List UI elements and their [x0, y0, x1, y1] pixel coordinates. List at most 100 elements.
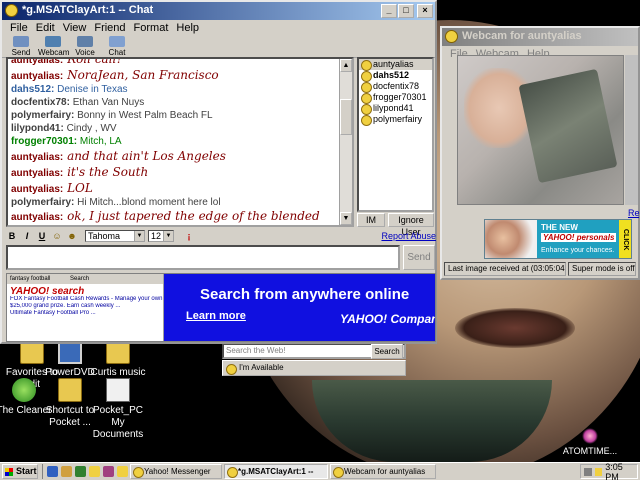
desktop-icon-atomtime[interactable]: ATOMTIME...: [560, 428, 620, 456]
maximize-button[interactable]: □: [398, 4, 414, 18]
message-text: Denise in Texas: [57, 84, 128, 95]
message-nick: dahs512:: [11, 84, 55, 95]
task-label: *g.MSATClayArt:1 --: [238, 467, 314, 476]
chat-transcript[interactable]: auntyalias: Roll call? auntyalias: NoraJe…: [6, 57, 354, 227]
web-search-button[interactable]: Search: [371, 344, 403, 359]
yahoo-personals-ad[interactable]: THE NEW YAHOO! personals Enhance your ch…: [484, 219, 632, 259]
taskbar: Start Yahoo! Messenger *g.MSATClayArt:1 …: [0, 462, 640, 480]
tray-messenger-icon[interactable]: [594, 467, 603, 476]
webcam-titlebar[interactable]: Webcam for auntyalias: [442, 28, 638, 46]
ad-new-label: THE NEW: [541, 223, 578, 232]
tool-label: Voice: [75, 48, 95, 57]
font-name-value: Tahoma: [88, 231, 121, 241]
ad-click-label[interactable]: CLICK: [619, 220, 631, 258]
menu-friend[interactable]: Friend: [90, 20, 129, 36]
messenger-icon[interactable]: [89, 466, 100, 477]
send-file-button[interactable]: Send File: [6, 36, 36, 66]
im-button[interactable]: IM: [357, 213, 385, 227]
chat-user-item[interactable]: frogger70301: [359, 92, 432, 104]
font-size-select[interactable]: 12 ▼: [148, 230, 174, 242]
chat-user-item[interactable]: dahs512: [359, 70, 432, 82]
report-link[interactable]: Rep: [628, 208, 640, 218]
audible-icon[interactable]: ☻: [66, 230, 78, 242]
menu-help[interactable]: Help: [172, 20, 203, 36]
ad-result-line: $25,000 grand prize. Earn cash weekly ..…: [10, 303, 121, 309]
message-nick: polymerfairy:: [11, 197, 75, 208]
webcam-button[interactable]: Webcam: [38, 36, 70, 57]
yahoo-search-ad[interactable]: fantasy football Search YAHOO! search FO…: [6, 273, 436, 342]
webcam-side-panel: [625, 55, 638, 205]
chat-message: polymerfairy: Hi Mitch...blond moment he…: [11, 196, 338, 209]
desktop-icon-label: Curtis music: [90, 367, 146, 378]
bold-button[interactable]: B: [6, 230, 18, 242]
ad-learn-more-link[interactable]: Learn more: [186, 310, 246, 322]
ad-banner[interactable]: Search from anywhere online Learn more Y…: [164, 274, 436, 341]
menu-view[interactable]: View: [59, 20, 91, 36]
webcam-icon: [45, 36, 61, 47]
message-text: Roll call?: [67, 57, 123, 66]
status-selector[interactable]: I'm Available: [222, 360, 406, 376]
message-text: Mitch, LA: [79, 136, 122, 147]
message-nick: auntyalias:: [11, 184, 64, 195]
chat-user-item[interactable]: lilypond41: [359, 103, 432, 115]
ad-result-line: FOX Fantasy Football Cash Rewards - Mana…: [10, 296, 163, 302]
chat-user-item[interactable]: docfentix78: [359, 81, 432, 93]
chat-titlebar[interactable]: *g.MSATClayArt:1 -- Chat _ □ ×: [2, 2, 435, 20]
yahoo-icon[interactable]: [117, 466, 128, 477]
chat-scrollbar[interactable]: ▲ ▼: [339, 59, 352, 225]
ignore-user-button[interactable]: Ignore User: [388, 213, 434, 237]
webcam-object: [518, 68, 618, 184]
color-picker-icon[interactable]: ¡: [183, 230, 195, 242]
desktop-icon[interactable]: [75, 466, 86, 477]
tray-volume-icon[interactable]: [584, 467, 592, 476]
chat-message-list: auntyalias: Roll call? auntyalias: NoraJe…: [11, 57, 338, 225]
tool-label: Webcam: [38, 48, 70, 57]
voice-button[interactable]: Voice: [70, 36, 100, 57]
desktop-icon-curtis-music[interactable]: Curtis music: [86, 340, 150, 379]
font-size-value: 12: [151, 231, 162, 241]
chevron-down-icon: ▼: [134, 231, 144, 241]
yahoo-logo: YAHOO! Compan: [340, 312, 436, 326]
taskbar-button-chat[interactable]: *g.MSATClayArt:1 --: [224, 464, 328, 479]
message-text: it's the South: [67, 165, 149, 179]
message-text: NoraJean, San Francisco: [67, 68, 219, 82]
taskbar-button-webcam[interactable]: Webcam for auntyalias: [330, 464, 436, 479]
status-label: I'm Available: [239, 363, 284, 372]
chat-message-input[interactable]: [6, 245, 400, 270]
window-title: Webcam for auntyalias: [462, 30, 582, 42]
emoticon-icon[interactable]: ☺: [51, 230, 63, 242]
underline-button[interactable]: U: [36, 230, 48, 242]
menu-edit[interactable]: Edit: [32, 20, 59, 36]
chevron-down-icon: ▼: [163, 231, 173, 241]
scroll-down-icon[interactable]: ▼: [340, 212, 352, 225]
taskbar-button-yahoo-messenger[interactable]: Yahoo! Messenger: [130, 464, 222, 479]
scroll-up-icon[interactable]: ▲: [340, 59, 352, 72]
start-button[interactable]: Start: [2, 464, 38, 479]
close-button[interactable]: ×: [417, 4, 433, 18]
media-icon[interactable]: [103, 466, 114, 477]
chat-message: auntyalias: and that ain't Los Angeles: [11, 148, 338, 164]
system-tray: 3:05 PM: [580, 462, 638, 480]
italic-button[interactable]: I: [21, 230, 33, 242]
chat-user-item[interactable]: auntyalias: [359, 59, 432, 71]
chat-user-list[interactable]: auntyalias dahs512 docfentix78 frogger70301…: [357, 57, 434, 212]
report-abuse-link[interactable]: Report Abuse: [381, 231, 436, 241]
ad-headline: Search from anywhere online: [200, 286, 410, 303]
chat-user-item[interactable]: polymerfairy: [359, 114, 432, 126]
send-button[interactable]: Send: [403, 245, 435, 270]
menu-format[interactable]: Format: [130, 20, 173, 36]
message-nick: auntyalias:: [11, 57, 64, 66]
outlook-icon[interactable]: [61, 466, 72, 477]
message-text: and that ain't Los Angeles: [67, 149, 226, 163]
webcam-statusbar: Last image received at (03:05:04 PM) Sup…: [444, 262, 636, 276]
font-name-select[interactable]: Tahoma ▼: [85, 230, 145, 242]
scroll-thumb[interactable]: [340, 99, 352, 135]
super-mode-status: Super mode is off - W: [568, 262, 636, 276]
desktop-icon-pocket-documents[interactable]: Pocket_PC My Documents: [86, 378, 150, 441]
ie-icon[interactable]: [47, 466, 58, 477]
menu-file[interactable]: File: [6, 20, 32, 36]
webcam-icon: [445, 30, 458, 43]
chat-message: polymerfairy: Bonny in West Palm Beach F…: [11, 109, 338, 122]
chat-button[interactable]: Chat: [102, 36, 132, 57]
minimize-button[interactable]: _: [381, 4, 397, 18]
